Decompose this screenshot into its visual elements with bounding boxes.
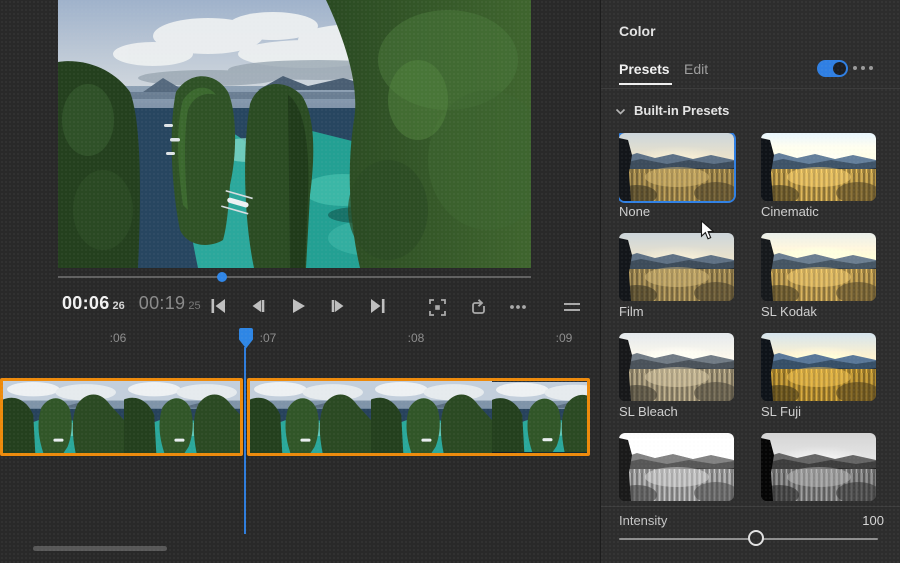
- preset-bw-1[interactable]: [619, 433, 734, 506]
- preset-bw-2-thumbnail[interactable]: [761, 433, 876, 501]
- current-frames: 26: [113, 300, 125, 312]
- timecode-display: 00:062600:1925: [62, 293, 201, 314]
- intensity-slider-handle[interactable]: [748, 530, 764, 546]
- clip-frame: [492, 381, 590, 453]
- ruler-tick-08[interactable]: :08: [408, 331, 425, 345]
- tab-edit[interactable]: Edit: [684, 61, 708, 77]
- clip-frame: [3, 381, 124, 453]
- scrubber-handle[interactable]: [217, 272, 227, 282]
- preset-bw-1-thumbnail[interactable]: [619, 433, 734, 501]
- skip-to-start-icon: [208, 296, 228, 316]
- transport-controls: [198, 292, 398, 320]
- menu-lines-icon: [562, 297, 582, 317]
- more-dot: [853, 66, 857, 70]
- preset-none[interactable]: None: [619, 133, 734, 221]
- preset-sl-kodak[interactable]: SL Kodak: [761, 233, 876, 321]
- preset-label: Film: [619, 304, 734, 320]
- preset-cinematic[interactable]: Cinematic: [761, 133, 876, 221]
- panel-title: Color: [619, 23, 656, 39]
- clip-frame: [124, 381, 243, 453]
- more-options-icon: [508, 297, 528, 317]
- scrubber-track[interactable]: [58, 276, 531, 278]
- preset-none-thumbnail[interactable]: [619, 133, 734, 201]
- toggle-knob: [833, 62, 846, 75]
- preset-sl-bleach-thumbnail[interactable]: [619, 333, 734, 401]
- preset-film-thumbnail[interactable]: [619, 233, 734, 301]
- timeline-horizontal-scrollbar[interactable]: [33, 546, 167, 551]
- playhead-line: [244, 347, 246, 534]
- ruler-tick-07[interactable]: :07: [260, 331, 277, 345]
- section-header-label: Built-in Presets: [634, 103, 729, 118]
- player-menu-button[interactable]: [559, 294, 585, 320]
- step-forward-frame-button[interactable]: [318, 292, 358, 320]
- total-time: 00:19: [139, 293, 186, 313]
- loop-button[interactable]: [465, 294, 491, 320]
- chevron-down-icon: [615, 105, 626, 120]
- preset-label: None: [619, 204, 734, 220]
- skip-to-end-icon: [368, 296, 388, 316]
- preview-scrubber[interactable]: [58, 271, 531, 283]
- loop-icon: [469, 298, 488, 317]
- timeline-clip-2[interactable]: [247, 378, 590, 456]
- skip-to-start-button[interactable]: [198, 292, 238, 320]
- panel-more-options-button[interactable]: [853, 66, 873, 70]
- preset-sl-fuji-thumbnail[interactable]: [761, 333, 876, 401]
- current-time: 00:06: [62, 293, 110, 313]
- lagoon-scene-image: [58, 0, 531, 268]
- intensity-label: Intensity: [619, 513, 667, 528]
- active-tab-underline: [619, 83, 672, 85]
- video-preview[interactable]: [58, 0, 531, 268]
- play-icon: [288, 296, 308, 316]
- preset-label: SL Fuji: [761, 404, 876, 420]
- preset-bw-2[interactable]: [761, 433, 876, 506]
- tabs-divider: [601, 88, 900, 89]
- intensity-section: Intensity 100: [601, 506, 900, 563]
- fit-to-screen-button[interactable]: [424, 294, 450, 320]
- step-back-frame-icon: [248, 296, 268, 316]
- step-back-frame-button[interactable]: [238, 292, 278, 320]
- preset-sl-fuji[interactable]: SL Fuji: [761, 333, 876, 421]
- preset-sl-kodak-thumbnail[interactable]: [761, 233, 876, 301]
- clip-frame: [250, 381, 371, 453]
- preset-grid: None Cinematic Film SL Kodak SL Bleach S…: [619, 133, 876, 506]
- preset-cinematic-thumbnail[interactable]: [761, 133, 876, 201]
- preset-label: SL Bleach: [619, 404, 734, 420]
- preset-sl-bleach[interactable]: SL Bleach: [619, 333, 734, 421]
- color-enabled-toggle[interactable]: [817, 60, 848, 77]
- ruler-tick-09[interactable]: :09: [556, 331, 573, 345]
- player-more-options-button[interactable]: [505, 294, 531, 320]
- step-forward-frame-icon: [328, 296, 348, 316]
- play-button[interactable]: [278, 292, 318, 320]
- ruler-tick-06[interactable]: :06: [110, 331, 127, 345]
- skip-to-end-button[interactable]: [358, 292, 398, 320]
- app-window: 00:062600:1925: [0, 0, 900, 563]
- preset-label: Cinematic: [761, 204, 876, 220]
- timeline-clip-1[interactable]: [0, 378, 243, 456]
- preset-film[interactable]: Film: [619, 233, 734, 321]
- color-panel: Color Presets Edit Built-in Presets None…: [600, 0, 900, 563]
- fit-to-screen-icon: [428, 298, 447, 317]
- more-dot: [869, 66, 873, 70]
- builtin-presets-section-header[interactable]: Built-in Presets: [601, 100, 900, 122]
- preset-label: SL Kodak: [761, 304, 876, 320]
- clip-frame: [371, 381, 492, 453]
- more-dot: [861, 66, 865, 70]
- playhead-icon: [239, 328, 253, 349]
- playhead-handle[interactable]: [239, 328, 253, 354]
- tab-presets[interactable]: Presets: [619, 61, 670, 77]
- intensity-value: 100: [862, 513, 884, 528]
